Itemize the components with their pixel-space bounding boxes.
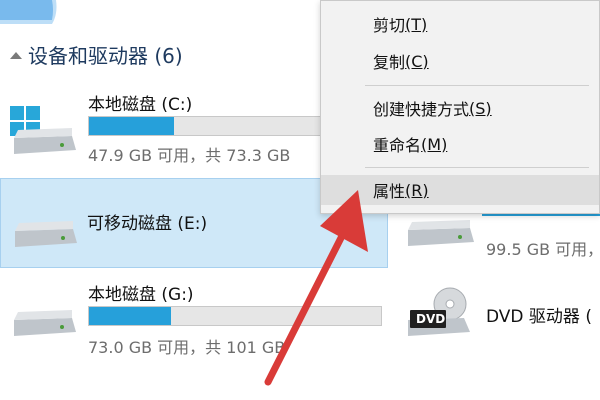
menu-item-label: 剪切 bbox=[373, 16, 406, 35]
chevron-up-icon bbox=[10, 51, 22, 59]
menu-item-create-shortcut[interactable]: 创建快捷方式 (S) bbox=[321, 93, 599, 123]
menu-item-label: 属性 bbox=[373, 182, 406, 201]
menu-item-rename[interactable]: 重命名 (M) bbox=[321, 129, 599, 159]
menu-item-properties[interactable]: 属性 (R) bbox=[321, 175, 599, 205]
drive-name: 本地磁盘 (C:) bbox=[88, 95, 193, 115]
section-title: 设备和驱动器 (6) bbox=[28, 44, 183, 68]
menu-item-shortcut: (T) bbox=[405, 14, 428, 34]
menu-separator bbox=[365, 167, 589, 168]
menu-item-shortcut: (S) bbox=[469, 98, 492, 118]
context-menu: 剪切 (T) 复制 (C) 创建快捷方式 (S) 重命名 (M) 属性 (R) bbox=[320, 0, 600, 214]
menu-item-label: 创建快捷方式 bbox=[373, 100, 470, 119]
drive-name: 可移动磁盘 (E:) bbox=[87, 214, 208, 234]
drive-icon bbox=[15, 221, 77, 247]
partial-drive[interactable]: 99.5 GB 可用， bbox=[396, 206, 600, 268]
drive-info: 47.9 GB 可用，共 73.3 GB bbox=[88, 146, 291, 165]
folder-icon bbox=[0, 0, 57, 24]
drive-info: 73.0 GB 可用，共 101 GB bbox=[88, 338, 286, 357]
drive-info: 99.5 GB 可用， bbox=[486, 240, 600, 259]
drive-g[interactable]: 本地磁盘 (G:) 73.0 GB 可用，共 101 GB bbox=[0, 278, 388, 368]
drive-usage-fill bbox=[89, 117, 174, 135]
drive-name: DVD 驱动器 ( bbox=[486, 307, 592, 327]
dvd-badge: DVD bbox=[416, 312, 446, 326]
menu-item-cut[interactable]: 剪切 (T) bbox=[321, 9, 599, 39]
devices-and-drives-header[interactable]: 设备和驱动器 (6) bbox=[10, 40, 183, 69]
drive-usage-bar bbox=[88, 306, 382, 326]
menu-item-shortcut: (R) bbox=[405, 180, 429, 200]
menu-separator bbox=[365, 85, 589, 86]
drive-icon bbox=[10, 106, 76, 154]
menu-item-shortcut: (C) bbox=[405, 51, 429, 71]
dvd-drive[interactable]: DVD DVD 驱动器 ( bbox=[396, 286, 600, 346]
menu-item-shortcut: (M) bbox=[421, 134, 448, 154]
menu-item-label: 重命名 bbox=[373, 136, 422, 155]
drive-name: 本地磁盘 (G:) bbox=[88, 285, 194, 305]
drive-icon bbox=[14, 310, 76, 336]
drive-usage-bar bbox=[88, 116, 332, 136]
menu-item-label: 复制 bbox=[373, 53, 406, 72]
drive-icon bbox=[408, 220, 474, 246]
menu-item-copy[interactable]: 复制 (C) bbox=[321, 46, 599, 76]
drive-usage-fill bbox=[89, 307, 171, 325]
